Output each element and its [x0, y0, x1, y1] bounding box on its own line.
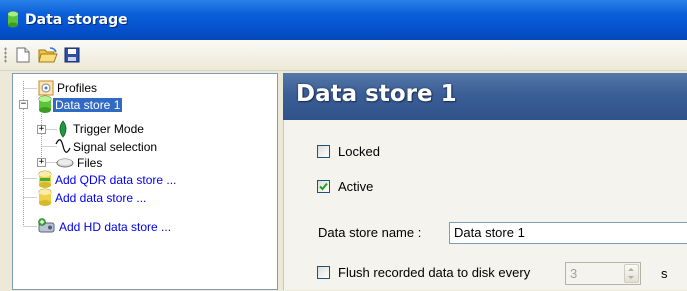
data-store-name-input[interactable]: Data store 1 — [449, 222, 687, 244]
data-store-icon — [38, 95, 52, 113]
details-header: Data store 1 — [283, 73, 687, 120]
new-button[interactable] — [13, 45, 33, 65]
flush-label: Flush recorded data to disk every — [338, 265, 531, 280]
save-button[interactable] — [62, 45, 82, 65]
tree-item-label: Add QDR data store ... — [55, 173, 177, 187]
flush-interval-spinner[interactable] — [624, 264, 639, 283]
tree-item-label: Files — [77, 156, 103, 170]
add-qdr-store-icon — [38, 170, 52, 188]
title-bar: Data storage — [0, 0, 687, 40]
trigger-icon — [59, 120, 67, 138]
tree-link-add-qdr-data-store[interactable]: Add QDR data store ... — [37, 170, 178, 189]
tree-item-label: Add data store ... — [55, 191, 147, 205]
locked-checkbox[interactable] — [317, 145, 330, 158]
flush-unit-label: s — [661, 266, 668, 281]
collapse-toggle[interactable]: − — [19, 100, 28, 109]
expand-toggle[interactable]: + — [37, 125, 46, 134]
open-folder-icon — [38, 46, 58, 62]
spin-down-icon — [628, 276, 634, 279]
window-title: Data storage — [25, 12, 128, 28]
tree-item-label: Trigger Mode — [73, 122, 144, 136]
toolbar-grip[interactable] — [4, 47, 7, 63]
spin-up-icon — [628, 268, 634, 271]
locked-label: Locked — [338, 144, 380, 159]
tree-item-data-store-1[interactable]: Data store 1 — [37, 95, 123, 114]
locked-checkbox-row[interactable]: Locked — [317, 144, 380, 159]
flush-checkbox-row[interactable]: Flush recorded data to disk every — [317, 265, 530, 280]
add-hd-store-icon — [38, 218, 55, 233]
toolbar — [0, 40, 687, 71]
tree-item-label: Data store 1 — [53, 98, 123, 112]
add-store-icon — [38, 188, 52, 206]
files-icon — [56, 158, 74, 168]
expand-toggle[interactable]: + — [37, 158, 46, 167]
tree-item-label: Signal selection — [73, 140, 158, 154]
tree-item-label: Add HD data store ... — [59, 220, 172, 234]
tree-item-trigger-mode[interactable]: Trigger Mode — [55, 120, 146, 138]
active-label: Active — [338, 179, 374, 194]
checkmark-icon — [319, 182, 328, 191]
tree-link-add-hd-data-store[interactable]: Add HD data store ... — [37, 218, 173, 236]
active-checkbox-row[interactable]: Active — [317, 179, 373, 194]
details-panel: Locked Active Data store name : Data sto… — [283, 120, 687, 290]
flush-checkbox[interactable] — [317, 266, 330, 279]
save-disk-icon — [64, 47, 80, 63]
new-document-icon — [16, 47, 30, 63]
data-store-name-label: Data store name : — [318, 225, 422, 240]
tree-view[interactable]: Profiles − Data store 1 + Trigger Mode S… — [12, 73, 278, 290]
tree-link-add-data-store[interactable]: Add data store ... — [37, 188, 148, 207]
app-icon — [7, 11, 19, 28]
tree-item-label: Profiles — [57, 81, 98, 95]
details-title: Data store 1 — [296, 81, 457, 107]
active-checkbox[interactable] — [317, 180, 330, 193]
tree-item-files[interactable]: Files — [55, 154, 104, 172]
open-button[interactable] — [38, 45, 58, 65]
